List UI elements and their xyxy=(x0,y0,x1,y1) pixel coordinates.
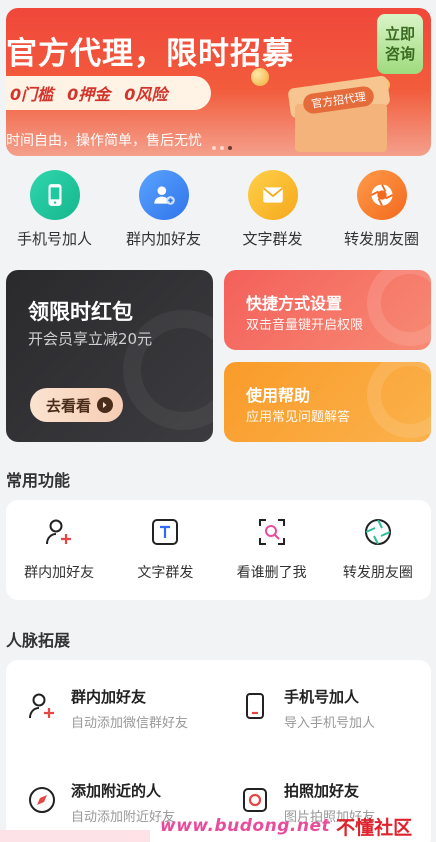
help-title: 使用帮助 xyxy=(246,386,311,405)
consult-label-line1: 立即 xyxy=(384,25,415,43)
scan-search-icon xyxy=(256,516,288,548)
quick-label: 转发朋友圈 xyxy=(343,230,419,248)
site-watermark: www.budong.net 不懂社区 xyxy=(160,810,436,842)
bottom-strip xyxy=(0,830,150,842)
shortcut-title: 快捷方式设置 xyxy=(246,294,343,313)
common-label: 文字群发 xyxy=(137,565,194,581)
common-label: 转发朋友圈 xyxy=(342,565,413,581)
quick-label: 群内加好友 xyxy=(125,230,201,248)
network-item-title: 拍照加好友 xyxy=(284,782,360,800)
banner-subtitle: 时间自由，操作简单，售后无忧 xyxy=(6,133,202,149)
card-decoration xyxy=(367,362,431,438)
aperture-icon xyxy=(362,516,394,548)
network-item-title: 手机号加人 xyxy=(284,688,360,706)
person-add-icon xyxy=(26,690,58,722)
envelope-icon xyxy=(247,170,298,220)
compass-icon xyxy=(26,784,58,816)
common-functions-card: 群内加好友 文字群发 看谁删了我 转发朋友圈 xyxy=(6,500,431,600)
view-coupon-label: 去看看 xyxy=(46,396,92,415)
network-item-subtitle: 自动添加微信群好友 xyxy=(71,716,189,731)
carousel-dot xyxy=(220,146,224,150)
network-item-subtitle: 导入手机号加人 xyxy=(284,716,376,731)
coupon-card[interactable]: 领限时红包 开会员享立减20元 去看看 xyxy=(6,270,213,442)
carousel-dot xyxy=(212,146,216,150)
shortcut-subtitle: 双击音量键开启权限 xyxy=(246,318,364,333)
coin-decoration xyxy=(251,68,269,86)
coupon-title: 领限时红包 xyxy=(28,300,133,324)
watermark-url: www.budong.net xyxy=(160,816,331,836)
phone-icon xyxy=(239,690,271,722)
common-label: 看谁删了我 xyxy=(236,565,307,581)
consult-label-line2: 咨询 xyxy=(384,45,415,63)
perk-no-deposit: 0押金 xyxy=(67,85,111,104)
quick-group-add[interactable]: 群内加好友 xyxy=(109,170,218,250)
banner-perks: 0门槛 0押金 0风险 xyxy=(6,76,211,110)
quick-label: 文字群发 xyxy=(242,230,303,248)
group-add-icon xyxy=(138,170,189,220)
common-section-title: 常用功能 xyxy=(6,471,71,490)
coupon-subtitle: 开会员享立减20元 xyxy=(28,330,153,348)
watermark-site: 不懂社区 xyxy=(336,816,413,839)
phone-icon xyxy=(29,170,80,220)
quick-text-broadcast[interactable]: 文字群发 xyxy=(218,170,327,250)
perk-no-threshold: 0门槛 xyxy=(10,85,54,104)
chevron-right-icon xyxy=(97,397,114,413)
quick-label: 手机号加人 xyxy=(16,230,92,248)
carousel-dot-active xyxy=(228,146,232,150)
promo-banner[interactable]: 官方代理，限时招募 0门槛 0押金 0风险 时间自由，操作简单，售后无忧 官方招… xyxy=(6,8,431,156)
network-group-add[interactable]: 群内加好友 自动添加微信群好友 xyxy=(26,686,226,746)
network-item-title: 添加附近的人 xyxy=(71,782,162,800)
help-subtitle: 应用常见问题解答 xyxy=(246,410,351,425)
network-phone-add[interactable]: 手机号加人 导入手机号加人 xyxy=(239,686,436,746)
common-text-broadcast[interactable]: 文字群发 xyxy=(112,500,218,600)
common-label: 群内加好友 xyxy=(24,565,95,581)
person-add-icon xyxy=(43,516,75,548)
quick-actions: 手机号加人 群内加好友 文字群发 转发朋友圈 xyxy=(0,170,436,250)
gift-box-illustration: 官方招代理 xyxy=(281,75,397,154)
network-section-title: 人脉拓展 xyxy=(6,631,71,650)
view-coupon-button[interactable]: 去看看 xyxy=(30,388,124,422)
common-who-deleted-me[interactable]: 看谁删了我 xyxy=(219,500,325,600)
common-group-add[interactable]: 群内加好友 xyxy=(6,500,112,600)
banner-title: 官方代理，限时招募 xyxy=(6,36,294,72)
quick-moments-forward[interactable]: 转发朋友圈 xyxy=(327,170,436,250)
aperture-icon xyxy=(356,170,407,220)
quick-phone-add[interactable]: 手机号加人 xyxy=(0,170,109,250)
help-card[interactable]: 使用帮助 应用常见问题解答 xyxy=(224,362,431,442)
text-t-icon xyxy=(149,516,181,548)
card-decoration xyxy=(367,270,431,346)
carousel-dots xyxy=(212,146,232,150)
common-moments-forward[interactable]: 转发朋友圈 xyxy=(325,500,431,600)
shortcut-settings-card[interactable]: 快捷方式设置 双击音量键开启权限 xyxy=(224,270,431,350)
consult-button[interactable]: 立即 咨询 xyxy=(377,14,423,74)
perk-no-risk: 0风险 xyxy=(124,85,168,104)
network-item-title: 群内加好友 xyxy=(71,688,147,706)
